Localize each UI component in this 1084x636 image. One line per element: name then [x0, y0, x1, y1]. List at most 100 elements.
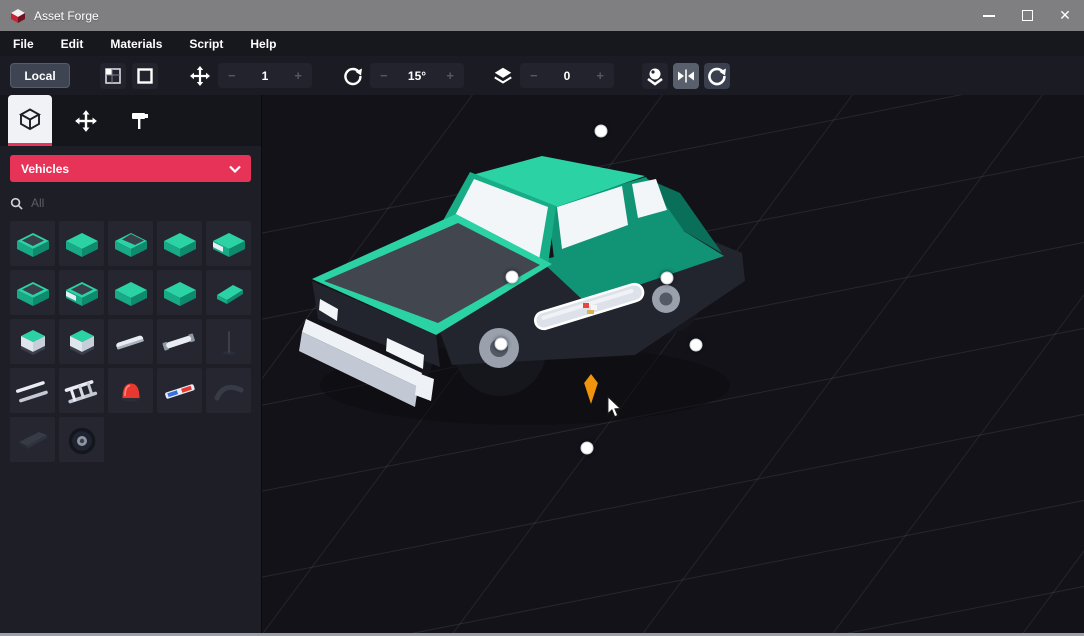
asset-thumb-bed-flat[interactable] [10, 270, 55, 315]
asset-thumb-roof-rack[interactable] [59, 368, 104, 413]
scale-handle-3[interactable] [690, 339, 703, 352]
ramp-icon [207, 273, 251, 313]
spoiler-icon [11, 420, 55, 460]
drop-to-ground-icon [644, 65, 666, 87]
scale-handle-2[interactable] [661, 272, 674, 285]
rear-hub-core [660, 293, 673, 306]
asset-thumb-spoiler[interactable] [10, 417, 55, 462]
asset-thumb-wheel[interactable] [59, 417, 104, 462]
cube-icon [18, 107, 42, 131]
bumper-icon [109, 322, 153, 362]
asset-thumb-fender[interactable] [206, 368, 251, 413]
asset-thumb-cabin[interactable] [10, 319, 55, 364]
sidebar: Vehicles [0, 95, 261, 636]
mirror-button[interactable] [673, 63, 699, 89]
search-input[interactable] [31, 196, 211, 210]
menu-bar: File Edit Materials Script Help [0, 31, 1084, 56]
scale-handle-4[interactable] [495, 338, 508, 351]
mirror-icon [675, 65, 697, 87]
body-front-icon [60, 224, 104, 264]
tab-paint[interactable] [118, 95, 162, 146]
category-dropdown[interactable]: Vehicles [10, 155, 251, 182]
asset-thumb-bumper[interactable] [108, 319, 153, 364]
wheel-icon [60, 420, 104, 460]
height-step-value: 0 [564, 69, 571, 83]
drop-to-ground-button[interactable] [642, 63, 668, 89]
bed-flat-icon [11, 273, 55, 313]
roof-rails-icon [11, 371, 55, 411]
maximize-button[interactable] [1008, 0, 1046, 31]
rotate-step-plus[interactable]: + [446, 68, 454, 83]
asset-thumb-body-flat[interactable] [157, 221, 202, 266]
search-icon [10, 197, 23, 210]
asset-thumb-cabin-2[interactable] [59, 319, 104, 364]
body-bumper-icon [207, 224, 251, 264]
cabin-icon [11, 322, 55, 362]
lightbar-icon [158, 371, 202, 411]
window-title: Asset Forge [34, 9, 99, 23]
category-label: Vehicles [21, 162, 69, 176]
asset-thumb-chassis-flat[interactable] [10, 221, 55, 266]
height-layers-icon [492, 65, 514, 87]
move-arrows-icon [74, 109, 98, 133]
menu-item-materials[interactable]: Materials [110, 37, 162, 51]
fender-icon [207, 371, 251, 411]
app-logo-icon [10, 8, 26, 24]
snap-button[interactable] [100, 63, 126, 89]
mouse-cursor-icon [605, 396, 623, 418]
reset-rotation-button[interactable] [704, 63, 730, 89]
asset-thumb-roof-rails[interactable] [10, 368, 55, 413]
asset-thumb-body-solid[interactable] [108, 270, 153, 315]
height-step-minus[interactable]: − [530, 68, 538, 83]
asset-thumb-bed-bumper[interactable] [59, 270, 104, 315]
title-bar: Asset Forge ✕ [0, 0, 1084, 31]
paint-roller-icon [128, 109, 152, 133]
asset-thumb-antenna[interactable] [206, 319, 251, 364]
height-step-plus[interactable]: + [596, 68, 604, 83]
menu-item-file[interactable]: File [13, 37, 34, 51]
viewport-3d[interactable] [262, 95, 1084, 633]
tab-transform[interactable] [64, 95, 108, 146]
menu-item-help[interactable]: Help [250, 37, 276, 51]
toolbar: Local − 1 + [0, 56, 1084, 95]
asset-thumb-siren[interactable] [108, 368, 153, 413]
siren-icon [109, 371, 153, 411]
asset-thumb-body-solid-2[interactable] [157, 270, 202, 315]
snap-corner-icon [102, 65, 124, 87]
car-model[interactable] [290, 113, 770, 483]
asset-thumb-ramp[interactable] [206, 270, 251, 315]
asset-grid [10, 221, 255, 462]
tab-blocks[interactable] [8, 95, 52, 146]
roof-rack-icon [60, 371, 104, 411]
asset-thumb-body-front[interactable] [59, 221, 104, 266]
move-step-minus[interactable]: − [228, 68, 236, 83]
square-outline-icon [134, 65, 156, 87]
move-tool-icon [189, 65, 211, 87]
rotate-step-minus[interactable]: − [380, 68, 388, 83]
sidebar-tabstrip [0, 95, 261, 146]
asset-thumb-body-bumper[interactable] [206, 221, 251, 266]
local-toggle-button[interactable]: Local [10, 63, 70, 88]
scale-handle-0[interactable] [595, 125, 608, 138]
bounding-box-button[interactable] [132, 63, 158, 89]
minimize-button[interactable] [970, 0, 1008, 31]
body-solid-icon [109, 273, 153, 313]
rotate-step-value: 15° [408, 69, 426, 83]
menu-item-edit[interactable]: Edit [61, 37, 84, 51]
scale-handle-1[interactable] [506, 271, 519, 284]
cabin-2-icon [60, 322, 104, 362]
asset-thumb-hood-piece[interactable] [108, 221, 153, 266]
move-stepper: − 1 + [218, 63, 312, 88]
body-solid-2-icon [158, 273, 202, 313]
scale-handle-5[interactable] [581, 442, 594, 455]
bumper-caps-icon [158, 322, 202, 362]
close-button[interactable]: ✕ [1046, 0, 1084, 31]
chevron-down-icon [229, 165, 241, 173]
rotate-tool-icon [342, 65, 364, 87]
move-step-plus[interactable]: + [294, 68, 302, 83]
asset-thumb-bumper-caps[interactable] [157, 319, 202, 364]
rotate-stepper: − 15° + [370, 63, 464, 88]
search-row [10, 190, 251, 216]
menu-item-script[interactable]: Script [189, 37, 223, 51]
asset-thumb-lightbar[interactable] [157, 368, 202, 413]
